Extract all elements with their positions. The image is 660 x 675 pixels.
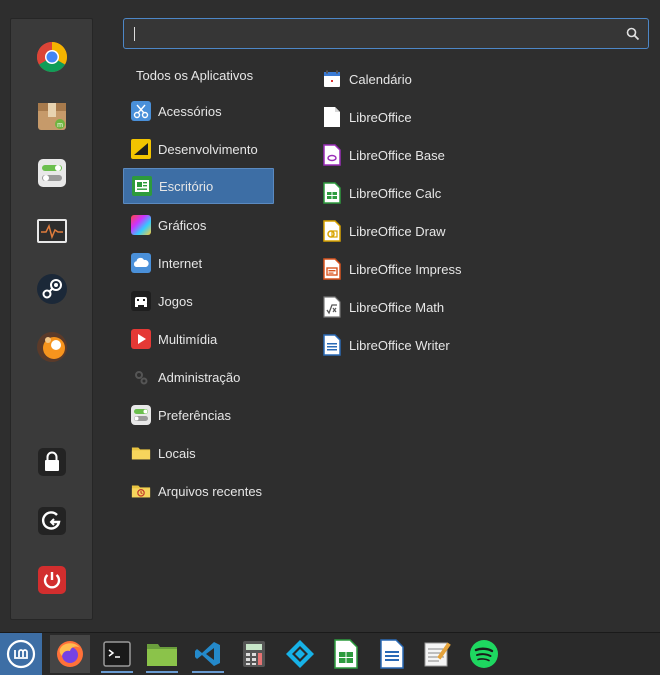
package-icon[interactable]: m bbox=[34, 97, 70, 133]
app-label: LibreOffice Math bbox=[349, 299, 445, 315]
calculator-icon[interactable] bbox=[234, 635, 274, 673]
text-editor-icon[interactable] bbox=[418, 635, 458, 673]
files-icon[interactable] bbox=[142, 635, 182, 673]
category-label: Jogos bbox=[158, 293, 193, 309]
app-libreoffice-calc[interactable]: LibreOffice Calc bbox=[322, 181, 441, 205]
libreoffice-draw-icon bbox=[322, 220, 342, 242]
app-label: LibreOffice Calc bbox=[349, 185, 442, 201]
category-preferencias[interactable]: Preferências bbox=[123, 397, 274, 433]
category-jogos[interactable]: Jogos bbox=[123, 283, 274, 319]
folder-icon bbox=[131, 443, 151, 463]
category-label: Arquivos recentes bbox=[158, 483, 263, 499]
logout-icon[interactable] bbox=[34, 503, 70, 539]
text-caret bbox=[134, 27, 135, 41]
category-multimidia[interactable]: Multimídia bbox=[123, 321, 274, 357]
libreoffice-calc-icon[interactable] bbox=[326, 635, 366, 673]
category-acessorios[interactable]: Acessórios bbox=[123, 93, 274, 129]
graphics-icon bbox=[131, 215, 151, 235]
gears-icon bbox=[131, 367, 151, 387]
libreoffice-base-icon bbox=[322, 144, 342, 166]
app-calendario[interactable]: Calendário bbox=[322, 67, 412, 91]
calendar-icon bbox=[322, 68, 342, 90]
category-desenvolvimento[interactable]: Desenvolvimento bbox=[123, 131, 274, 167]
kodi-icon[interactable] bbox=[280, 635, 320, 673]
spotify-icon[interactable] bbox=[464, 635, 504, 673]
category-locais[interactable]: Locais bbox=[123, 435, 274, 471]
development-icon bbox=[131, 139, 151, 159]
preferences-icon bbox=[131, 405, 151, 425]
category-administracao[interactable]: Administração bbox=[123, 359, 274, 395]
play-icon bbox=[131, 329, 151, 349]
mint-menu-icon[interactable] bbox=[0, 633, 42, 675]
category-label: Preferências bbox=[158, 407, 231, 423]
category-label: Gráficos bbox=[158, 217, 207, 233]
app-label: LibreOffice Base bbox=[349, 147, 445, 163]
search-input[interactable] bbox=[138, 23, 618, 45]
scissors-icon bbox=[131, 101, 151, 121]
app-label: LibreOffice bbox=[349, 109, 412, 125]
app-label: Calendário bbox=[349, 71, 412, 87]
libreoffice-math-icon bbox=[322, 296, 342, 318]
lock-icon[interactable] bbox=[34, 444, 70, 480]
app-label: LibreOffice Impress bbox=[349, 261, 462, 277]
terminal-icon[interactable] bbox=[97, 635, 137, 673]
category-escritorio[interactable]: Escritório bbox=[123, 168, 274, 204]
libreoffice-writer-icon[interactable] bbox=[372, 635, 412, 673]
app-libreoffice-draw[interactable]: LibreOffice Draw bbox=[322, 219, 446, 243]
gamepad-icon bbox=[131, 291, 151, 311]
libreoffice-icon bbox=[322, 106, 342, 128]
system-monitor-icon[interactable] bbox=[34, 213, 70, 249]
category-label: Desenvolvimento bbox=[158, 141, 258, 157]
category-graficos[interactable]: Gráficos bbox=[123, 207, 274, 243]
category-all-applications[interactable]: Todos os Aplicativos bbox=[136, 68, 253, 83]
libreoffice-writer-icon bbox=[322, 334, 342, 356]
app-label: LibreOffice Draw bbox=[349, 223, 446, 239]
app-libreoffice-impress[interactable]: LibreOffice Impress bbox=[322, 257, 461, 281]
app-libreoffice[interactable]: LibreOffice bbox=[322, 105, 412, 129]
category-label: Internet bbox=[158, 255, 203, 271]
app-libreoffice-math[interactable]: LibreOffice Math bbox=[322, 295, 444, 319]
office-icon bbox=[132, 176, 152, 196]
search-icon[interactable] bbox=[626, 27, 640, 41]
app-orange-icon[interactable] bbox=[34, 329, 70, 365]
svg-text:m: m bbox=[57, 122, 63, 129]
favorites-sidebar: m bbox=[10, 18, 93, 620]
category-label: Escritório bbox=[159, 178, 214, 194]
recent-folder-icon bbox=[131, 481, 151, 501]
cloud-icon bbox=[131, 253, 151, 273]
chrome-icon[interactable] bbox=[34, 39, 70, 75]
app-libreoffice-base[interactable]: LibreOffice Base bbox=[322, 143, 445, 167]
libreoffice-impress-icon bbox=[322, 258, 342, 280]
app-label: LibreOffice Writer bbox=[349, 337, 450, 353]
steam-icon[interactable] bbox=[34, 271, 70, 307]
power-icon[interactable] bbox=[34, 562, 70, 598]
category-arquivos-recentes[interactable]: Arquivos recentes bbox=[123, 473, 274, 509]
app-libreoffice-writer[interactable]: LibreOffice Writer bbox=[322, 333, 450, 357]
category-label: Acessórios bbox=[158, 103, 222, 119]
category-label: Administração bbox=[158, 369, 241, 385]
category-label: Multimídia bbox=[158, 331, 218, 347]
taskbar bbox=[0, 632, 660, 675]
firefox-icon[interactable] bbox=[50, 635, 90, 673]
vscode-icon[interactable] bbox=[188, 635, 228, 673]
application-menu: m Todos os Aplicativos Acessórios Desenv… bbox=[0, 0, 660, 632]
category-label: Locais bbox=[158, 445, 196, 461]
category-internet[interactable]: Internet bbox=[123, 245, 274, 281]
settings-toggle-icon[interactable] bbox=[34, 155, 70, 191]
libreoffice-calc-icon bbox=[322, 182, 342, 204]
search-box[interactable] bbox=[123, 18, 649, 49]
